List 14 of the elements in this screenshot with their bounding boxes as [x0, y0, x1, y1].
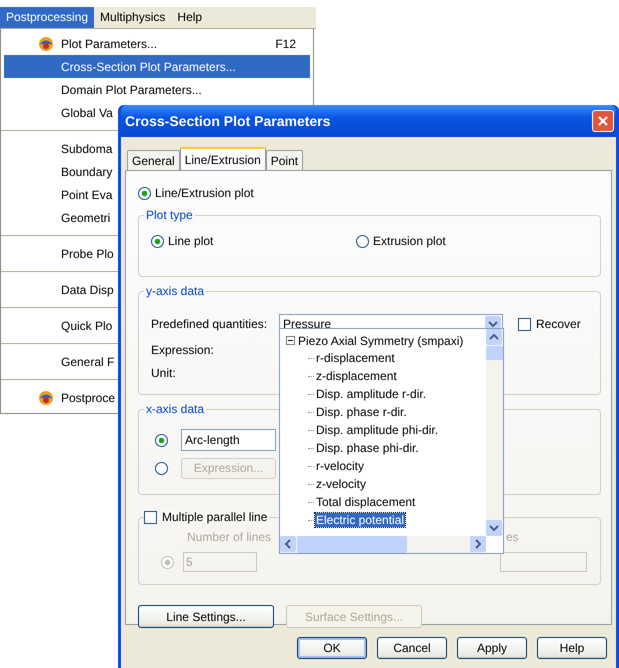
field-label: Predefined quantities:	[151, 317, 268, 331]
group-title: y-axis data	[144, 284, 206, 298]
field-label: Number of lines	[187, 530, 272, 544]
field-label: Unit:	[151, 366, 176, 380]
radio-label: Line/Extrusion plot	[155, 186, 254, 200]
radio-label: Line plot	[168, 234, 214, 248]
group-title: Plot type	[144, 208, 195, 222]
checkbox-label: Recover	[536, 317, 581, 331]
field-label: Expression:	[151, 343, 214, 357]
group-title: x-axis data	[144, 402, 206, 416]
window-title: Cross-Section Plot Parameters	[125, 113, 330, 129]
checkbox-label: Multiple parallel line	[157, 510, 270, 524]
field-label: es	[506, 530, 519, 544]
radio-label: Extrusion plot	[373, 234, 446, 248]
